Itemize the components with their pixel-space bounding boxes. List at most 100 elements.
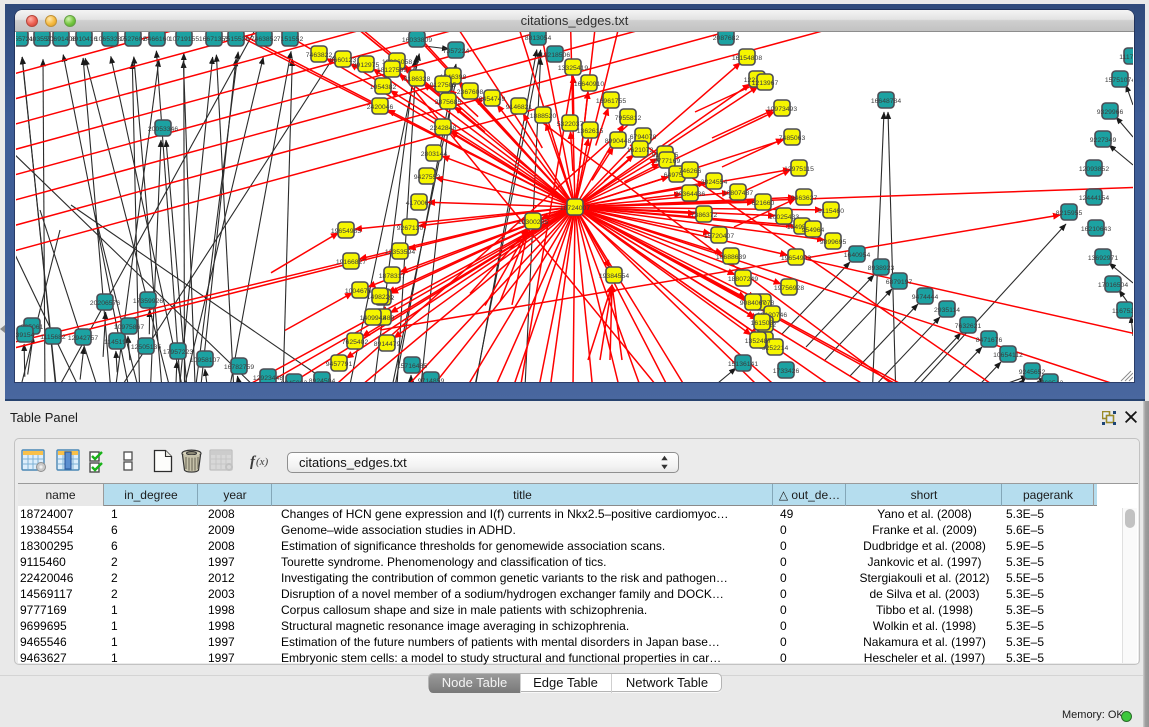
svg-text:5322037: 5322037 xyxy=(557,121,584,128)
svg-text:7632621: 7632621 xyxy=(955,323,982,330)
svg-text:7151552: 7151552 xyxy=(277,36,304,43)
svg-text:9146821: 9146821 xyxy=(506,104,533,111)
svg-text:19756928: 19756928 xyxy=(774,285,804,292)
svg-text:8924504: 8924504 xyxy=(309,378,336,382)
svg-text:10807487: 10807487 xyxy=(723,190,753,197)
svg-text:9127505: 9127505 xyxy=(430,82,457,89)
svg-text:9245652: 9245652 xyxy=(1019,369,1046,376)
svg-text:9457791: 9457791 xyxy=(326,361,353,368)
svg-text:3875685: 3875685 xyxy=(435,99,462,106)
svg-text:18807249: 18807249 xyxy=(728,276,758,283)
svg-text:15716485: 15716485 xyxy=(397,363,427,370)
svg-text:8990448: 8990448 xyxy=(605,138,632,145)
svg-text:8938923: 8938923 xyxy=(868,265,895,272)
svg-text:9329966: 9329966 xyxy=(1097,109,1124,116)
svg-text:6466160: 6466160 xyxy=(144,36,171,43)
svg-text:7515526: 7515526 xyxy=(223,36,250,43)
svg-text:(x): (x) xyxy=(256,456,269,468)
svg-text:12505135: 12505135 xyxy=(131,344,161,351)
svg-text:9714859: 9714859 xyxy=(418,378,445,382)
svg-text:19654983: 19654983 xyxy=(331,228,361,235)
svg-text:1362615: 1362615 xyxy=(577,128,604,135)
svg-text:9084067: 9084067 xyxy=(740,300,767,307)
svg-text:13692971: 13692971 xyxy=(1088,255,1118,262)
svg-text:9115460: 9115460 xyxy=(818,208,844,215)
svg-text:16154808: 16154808 xyxy=(732,55,762,62)
svg-text:746266: 746266 xyxy=(679,168,702,175)
svg-text:4170063: 4170063 xyxy=(406,200,433,207)
svg-text:9463627: 9463627 xyxy=(791,195,818,202)
svg-text:6879197: 6879197 xyxy=(886,279,913,286)
svg-text:6794078: 6794078 xyxy=(630,134,657,141)
svg-text:16210643: 16210643 xyxy=(1081,226,1111,233)
svg-text:9427552: 9427552 xyxy=(414,174,441,181)
svg-text:1733426: 1733426 xyxy=(773,368,800,375)
svg-text:12942757: 12942757 xyxy=(68,335,98,342)
svg-text:8910416: 8910416 xyxy=(71,36,98,43)
svg-text:16648784: 16648784 xyxy=(871,98,901,105)
svg-text:9474444: 9474444 xyxy=(912,294,939,301)
svg-text:19384554: 19384554 xyxy=(599,273,629,280)
svg-text:10654112: 10654112 xyxy=(993,352,1023,359)
svg-text:2087682: 2087682 xyxy=(713,35,740,42)
svg-text:1213967: 1213967 xyxy=(752,80,779,87)
svg-text:12444154: 12444154 xyxy=(1079,195,1109,202)
svg-text:10688639: 10688639 xyxy=(716,254,746,261)
svg-text:7625402: 7625402 xyxy=(342,339,369,346)
svg-text:7357224: 7357224 xyxy=(443,48,470,55)
svg-text:15751074: 15751074 xyxy=(1105,77,1133,84)
svg-text:20206576: 20206576 xyxy=(90,300,120,307)
svg-text:12975115: 12975115 xyxy=(784,166,814,173)
svg-text:2803144: 2803144 xyxy=(421,151,448,158)
svg-text:1621072: 1621072 xyxy=(627,147,654,154)
svg-text:2242848: 2242848 xyxy=(430,125,457,132)
svg-text:1054382: 1054382 xyxy=(370,84,397,91)
svg-text:1352487: 1352487 xyxy=(745,338,772,345)
svg-text:2420046: 2420046 xyxy=(367,104,394,111)
svg-text:7386372: 7386372 xyxy=(691,212,718,219)
svg-text:2935114: 2935114 xyxy=(934,307,960,314)
svg-text:1640954: 1640954 xyxy=(844,252,871,259)
svg-text:10719155: 10719155 xyxy=(169,36,199,43)
svg-text:621660: 621660 xyxy=(752,200,775,207)
svg-text:7463822: 7463822 xyxy=(306,52,333,59)
svg-text:3912975: 3912975 xyxy=(353,62,380,69)
svg-text:10958107: 10958107 xyxy=(190,357,220,364)
svg-text:9899695: 9899695 xyxy=(820,239,847,246)
svg-text:17359926: 17359926 xyxy=(133,298,163,305)
svg-text:15720407: 15720407 xyxy=(704,233,734,240)
svg-text:1167533: 1167533 xyxy=(1112,308,1133,315)
svg-text:16033809: 16033809 xyxy=(402,37,432,44)
svg-text:9245062: 9245062 xyxy=(281,380,308,382)
svg-text:1115682: 1115682 xyxy=(40,334,66,341)
svg-text:8186328: 8186328 xyxy=(404,76,431,83)
svg-text:13325419: 13325419 xyxy=(558,65,588,72)
svg-text:1878317: 1878317 xyxy=(379,273,406,280)
svg-text:1888520: 1888520 xyxy=(530,113,557,120)
svg-text:3824554: 3824554 xyxy=(701,179,728,186)
svg-text:7485063: 7485063 xyxy=(779,135,806,142)
svg-text:15136141: 15136141 xyxy=(728,361,758,368)
svg-text:39154: 39154 xyxy=(16,332,35,339)
svg-text:161503: 161503 xyxy=(751,320,774,327)
svg-text:19654923: 19654923 xyxy=(781,255,811,262)
svg-text:10975867: 10975867 xyxy=(114,324,144,331)
svg-text:8813054: 8813054 xyxy=(525,35,552,42)
svg-text:954964: 954964 xyxy=(802,227,825,234)
svg-text:18724007: 18724007 xyxy=(560,205,590,212)
svg-text:17016504: 17016504 xyxy=(1098,282,1128,289)
svg-text:1145194: 1145194 xyxy=(104,339,130,346)
svg-text:12093852: 12093852 xyxy=(1079,166,1109,173)
svg-text:16640910: 16640910 xyxy=(574,81,604,88)
svg-text:2367608: 2367608 xyxy=(457,89,484,96)
svg-text:9760542: 9760542 xyxy=(1037,380,1064,382)
svg-text:8471676: 8471676 xyxy=(976,337,1003,344)
svg-text:1117053: 1117053 xyxy=(1119,54,1133,61)
svg-text:7463852: 7463852 xyxy=(251,36,278,43)
svg-text:19166827: 19166827 xyxy=(336,259,366,266)
svg-text:9267130: 9267130 xyxy=(397,225,424,232)
svg-text:1409948: 1409948 xyxy=(360,315,387,322)
svg-text:9777169: 9777169 xyxy=(654,158,681,165)
svg-text:17957223: 17957223 xyxy=(163,349,193,356)
svg-text:8215955: 8215955 xyxy=(1056,210,1083,217)
